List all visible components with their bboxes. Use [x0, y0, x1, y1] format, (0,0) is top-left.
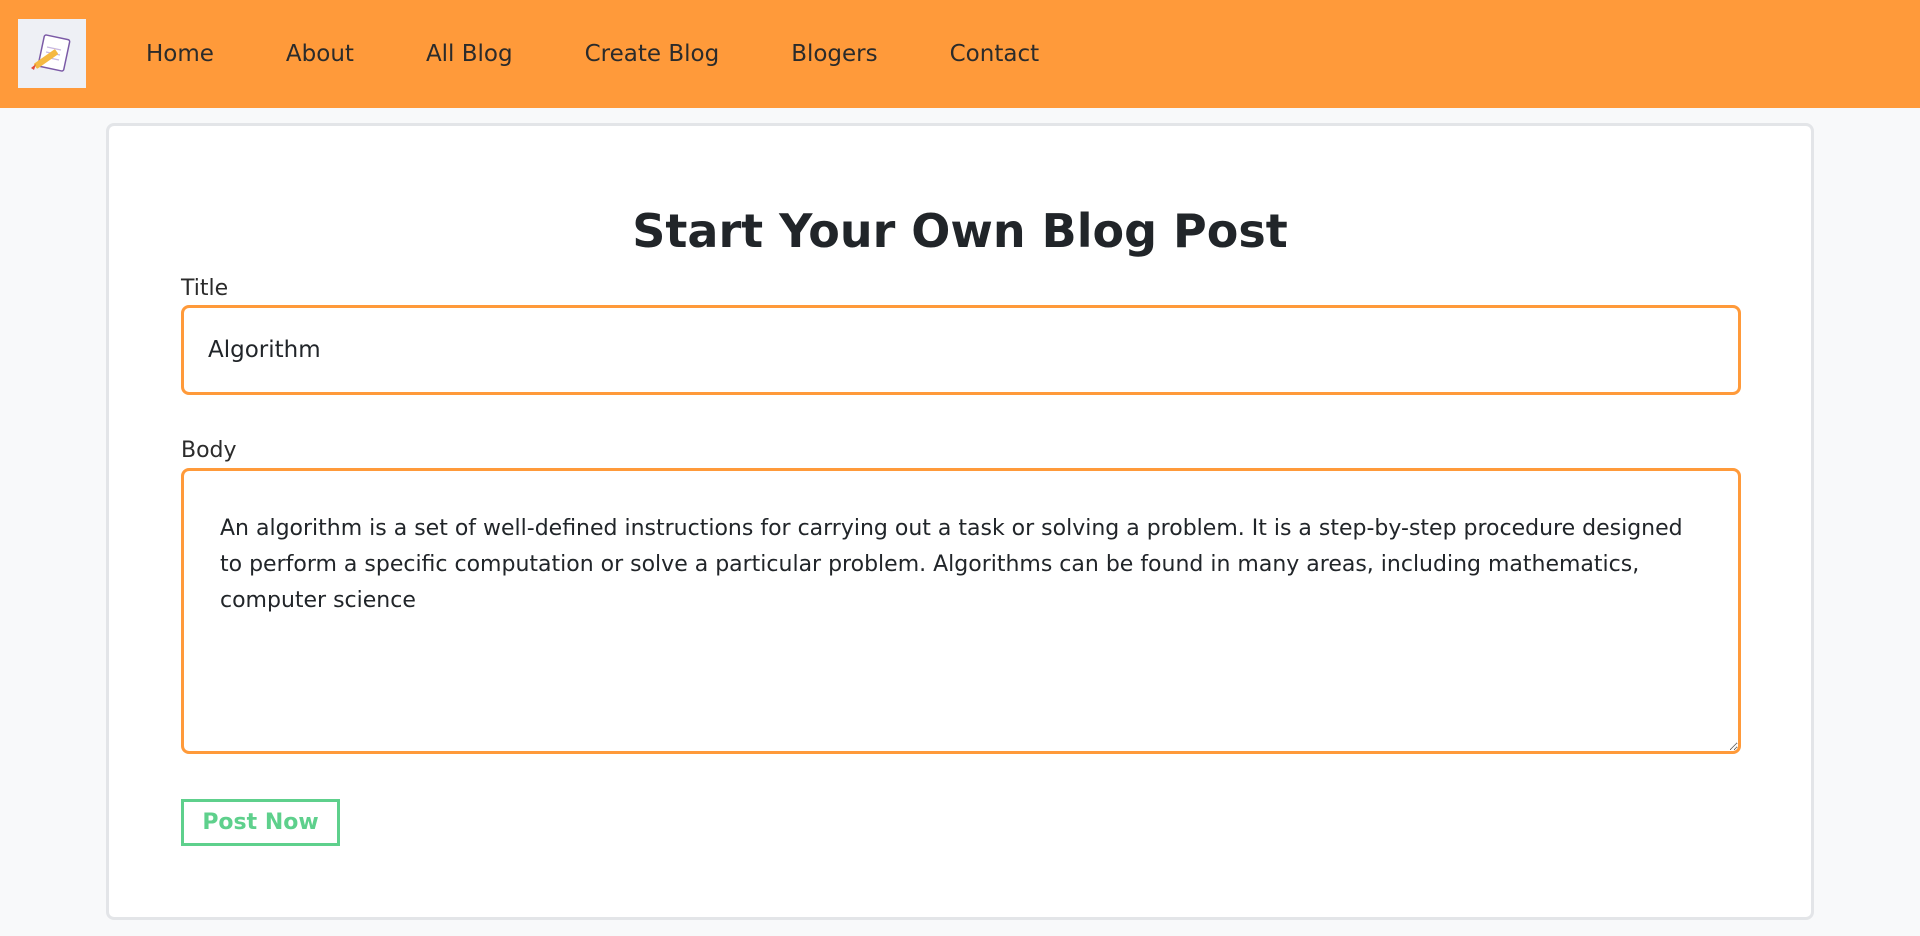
nav-link-about[interactable]: About	[286, 41, 354, 67]
nav-link-create-blog[interactable]: Create Blog	[585, 41, 720, 67]
nav-link-contact[interactable]: Contact	[950, 41, 1039, 67]
body-textarea[interactable]: An algorithm is a set of well-defined in…	[181, 468, 1741, 754]
post-now-button[interactable]: Post Now	[181, 799, 340, 846]
navbar: Home About All Blog Create Blog Blogers …	[0, 0, 1920, 108]
page-title: Start Your Own Blog Post	[632, 204, 1288, 258]
nav-link-all-blog[interactable]: All Blog	[426, 41, 513, 67]
notepad-pencil-icon[interactable]	[18, 19, 86, 88]
nav-link-home[interactable]: Home	[146, 41, 214, 67]
body-label: Body	[181, 438, 237, 463]
nav-link-blogers[interactable]: Blogers	[791, 41, 877, 67]
title-label: Title	[181, 276, 229, 301]
title-input[interactable]	[181, 305, 1741, 395]
nav-links: Home About All Blog Create Blog Blogers …	[146, 0, 1111, 108]
create-blog-card: Start Your Own Blog Post Title Body An a…	[106, 123, 1814, 920]
